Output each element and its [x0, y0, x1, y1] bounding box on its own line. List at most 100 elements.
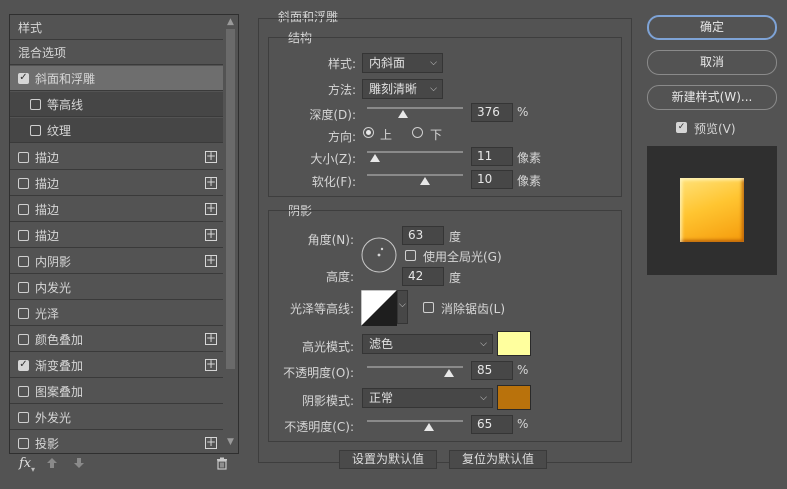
scroll-up-icon[interactable]: ▲ — [227, 17, 234, 27]
highlight-opacity-slider-thumb[interactable] — [443, 369, 454, 377]
add-effect-icon[interactable]: + — [205, 176, 217, 189]
style-item-pattern-overlay[interactable]: 图案叠加 — [10, 379, 223, 404]
depth-unit: % — [517, 105, 529, 119]
scrollbar-thumb[interactable] — [226, 29, 235, 369]
add-effect-icon[interactable]: + — [205, 150, 217, 163]
soften-input[interactable]: 10 — [471, 170, 513, 189]
texture-checkbox[interactable] — [30, 124, 41, 136]
style-item-inner-glow[interactable]: 内发光 — [10, 275, 223, 300]
trash-icon[interactable] — [216, 457, 228, 470]
style-item-outer-glow[interactable]: 外发光 — [10, 405, 223, 430]
shadow-mode-dropdown[interactable]: 正常 ⌵ — [362, 388, 493, 408]
fx-icon[interactable]: fx — [19, 456, 31, 471]
technique-dropdown[interactable]: 雕刻清晰 ⌵ — [362, 79, 443, 99]
style-item-drop-shadow[interactable]: 投影 + — [10, 431, 223, 453]
style-dropdown[interactable]: 内斜面 ⌵ — [362, 53, 443, 73]
highlight-color-swatch[interactable] — [497, 331, 531, 356]
chevron-down-icon: ⌵ — [399, 300, 406, 310]
style-item-label: 描边 — [35, 202, 60, 217]
style-item-label: 外发光 — [35, 410, 72, 425]
highlight-opacity-unit: % — [517, 363, 529, 377]
styles-header[interactable]: 样式 — [10, 15, 223, 40]
style-item-contour[interactable]: 等高线 — [10, 92, 223, 117]
move-down-icon[interactable] — [73, 457, 85, 469]
fx-menu-chevron-icon[interactable]: ▾ — [31, 465, 35, 474]
add-effect-icon[interactable]: + — [205, 436, 217, 449]
altitude-input[interactable]: 42 — [402, 267, 444, 286]
direction-up-radio[interactable] — [363, 127, 374, 138]
add-effect-icon[interactable]: + — [205, 358, 217, 371]
inner-glow-checkbox[interactable] — [18, 281, 29, 293]
color-overlay-checkbox[interactable] — [18, 333, 29, 345]
direction-label: 方向: — [327, 130, 356, 144]
stroke-checkbox[interactable] — [18, 229, 29, 241]
style-item-satin[interactable]: 光泽 — [10, 301, 223, 326]
technique-dropdown-value: 雕刻清晰 — [369, 82, 418, 96]
anti-alias-checkbox[interactable] — [423, 302, 434, 313]
style-item-stroke-1[interactable]: 描边 + — [10, 145, 223, 170]
stroke-checkbox[interactable] — [18, 177, 29, 189]
global-light-checkbox[interactable] — [405, 250, 416, 261]
add-effect-icon[interactable]: + — [205, 254, 217, 267]
soften-label: 软化(F): — [311, 175, 356, 189]
shadow-color-swatch[interactable] — [497, 385, 531, 410]
reset-default-button[interactable]: 复位为默认值 — [449, 450, 547, 469]
bevel-emboss-checkbox[interactable]: ✓ — [18, 72, 29, 84]
size-slider-thumb[interactable] — [369, 154, 380, 162]
chevron-down-icon: ⌵ — [430, 58, 437, 68]
ok-button[interactable]: 确定 — [647, 15, 777, 40]
set-default-button[interactable]: 设置为默认值 — [339, 450, 437, 469]
style-item-inner-shadow[interactable]: 内阴影 + — [10, 249, 223, 274]
satin-checkbox[interactable] — [18, 307, 29, 319]
depth-input[interactable]: 376 — [471, 103, 513, 122]
style-item-stroke-2[interactable]: 描边 + — [10, 171, 223, 196]
angle-input[interactable]: 63 — [402, 226, 444, 245]
move-up-icon[interactable] — [46, 457, 58, 469]
highlight-mode-dropdown[interactable]: 滤色 ⌵ — [362, 334, 493, 354]
pattern-overlay-checkbox[interactable] — [18, 385, 29, 397]
size-slider[interactable] — [367, 151, 463, 153]
shadow-opacity-slider[interactable] — [367, 420, 463, 422]
gloss-contour-dropdown[interactable]: ⌵ — [397, 290, 408, 324]
add-effect-icon[interactable]: + — [205, 202, 217, 215]
direction-down-radio[interactable] — [412, 127, 423, 138]
cancel-button[interactable]: 取消 — [647, 50, 777, 75]
preview-checkbox[interactable]: ✓ — [676, 122, 687, 133]
style-item-stroke-3[interactable]: 描边 + — [10, 197, 223, 222]
stroke-checkbox[interactable] — [18, 203, 29, 215]
gloss-contour-swatch[interactable] — [361, 290, 397, 326]
angle-dial[interactable] — [360, 236, 398, 274]
style-item-label: 描边 — [35, 150, 60, 165]
soften-slider-thumb[interactable] — [419, 177, 430, 185]
style-item-texture[interactable]: 纹理 — [10, 118, 223, 143]
highlight-opacity-input[interactable]: 85 — [471, 361, 513, 380]
inner-shadow-checkbox[interactable] — [18, 255, 29, 267]
stroke-checkbox[interactable] — [18, 151, 29, 163]
drop-shadow-checkbox[interactable] — [18, 437, 29, 449]
shadow-opacity-input[interactable]: 65 — [471, 415, 513, 434]
size-input[interactable]: 11 — [471, 147, 513, 166]
depth-slider-thumb[interactable] — [397, 110, 408, 118]
scroll-down-icon[interactable]: ▼ — [227, 437, 234, 447]
size-label: 大小(Z): — [310, 152, 356, 166]
style-item-label: 图案叠加 — [35, 384, 84, 399]
shadow-opacity-slider-thumb[interactable] — [424, 423, 435, 431]
style-item-color-overlay[interactable]: 颜色叠加 + — [10, 327, 223, 352]
outer-glow-checkbox[interactable] — [18, 411, 29, 423]
shadow-opacity-label: 不透明度(C): — [284, 420, 354, 434]
contour-checkbox[interactable] — [30, 98, 41, 110]
preview-thumbnail — [680, 178, 744, 242]
style-item-stroke-4[interactable]: 描边 + — [10, 223, 223, 248]
new-style-button[interactable]: 新建样式(W)... — [647, 85, 777, 110]
gradient-overlay-checkbox[interactable]: ✓ — [18, 359, 29, 371]
highlight-opacity-slider[interactable] — [367, 366, 463, 368]
add-effect-icon[interactable]: + — [205, 228, 217, 241]
depth-label: 深度(D): — [309, 108, 356, 122]
style-item-gradient-overlay[interactable]: ✓ 渐变叠加 + — [10, 353, 223, 378]
shadow-mode-label: 阴影模式: — [301, 394, 354, 408]
depth-slider[interactable] — [367, 107, 463, 109]
style-item-bevel-emboss[interactable]: ✓ 斜面和浮雕 — [10, 66, 223, 91]
soften-slider[interactable] — [367, 174, 463, 176]
add-effect-icon[interactable]: + — [205, 332, 217, 345]
blend-options-item[interactable]: 混合选项 — [10, 40, 223, 65]
